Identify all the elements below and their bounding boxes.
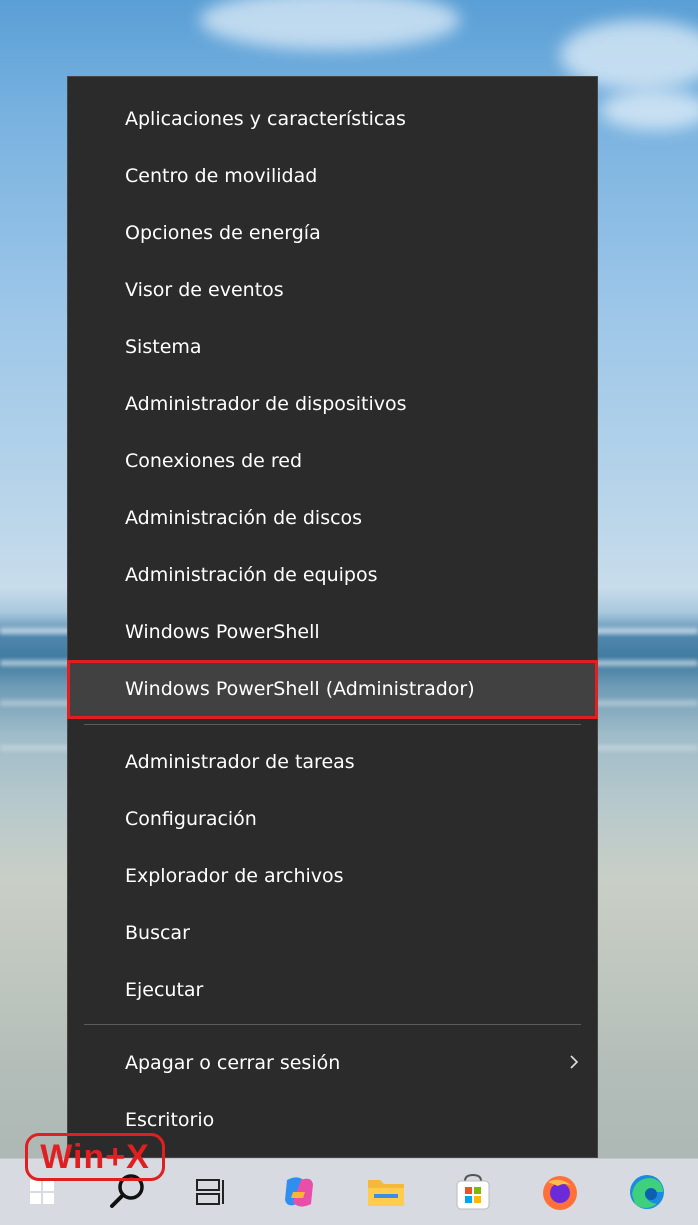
menu-item-shutdown-signout[interactable]: Apagar o cerrar sesión (68, 1035, 597, 1092)
menu-item-powershell-admin[interactable]: Windows PowerShell (Administrador) (67, 660, 598, 719)
menu-item-apps-features[interactable]: Aplicaciones y características (68, 91, 597, 148)
copilot-icon[interactable] (274, 1167, 324, 1217)
task-view-icon[interactable] (185, 1167, 235, 1217)
menu-item-computer-management[interactable]: Administración de equipos (68, 547, 597, 604)
menu-item-file-explorer[interactable]: Explorador de archivos (68, 848, 597, 905)
menu-item-device-manager[interactable]: Administrador de dispositivos (68, 376, 597, 433)
menu-item-run[interactable]: Ejecutar (68, 962, 597, 1019)
menu-item-power-options[interactable]: Opciones de energía (68, 205, 597, 262)
menu-item-label: Apagar o cerrar sesión (125, 1052, 341, 1074)
firefox-icon[interactable] (535, 1167, 585, 1217)
menu-item-mobility-center[interactable]: Centro de movilidad (68, 148, 597, 205)
menu-item-system[interactable]: Sistema (68, 319, 597, 376)
menu-item-settings[interactable]: Configuración (68, 791, 597, 848)
menu-separator (84, 724, 581, 725)
menu-separator (84, 1024, 581, 1025)
menu-item-disk-management[interactable]: Administración de discos (68, 490, 597, 547)
file-explorer-icon[interactable] (361, 1167, 411, 1217)
edge-icon[interactable] (622, 1167, 672, 1217)
winx-shortcut-annotation: Win+X (25, 1133, 165, 1181)
menu-item-powershell[interactable]: Windows PowerShell (68, 604, 597, 661)
menu-item-event-viewer[interactable]: Visor de eventos (68, 262, 597, 319)
menu-item-network-connections[interactable]: Conexiones de red (68, 433, 597, 490)
chevron-right-icon (570, 1055, 579, 1069)
microsoft-store-icon[interactable] (448, 1167, 498, 1217)
menu-item-task-manager[interactable]: Administrador de tareas (68, 734, 597, 791)
menu-item-search[interactable]: Buscar (68, 905, 597, 962)
winx-context-menu: Aplicaciones y características Centro de… (67, 76, 598, 1158)
